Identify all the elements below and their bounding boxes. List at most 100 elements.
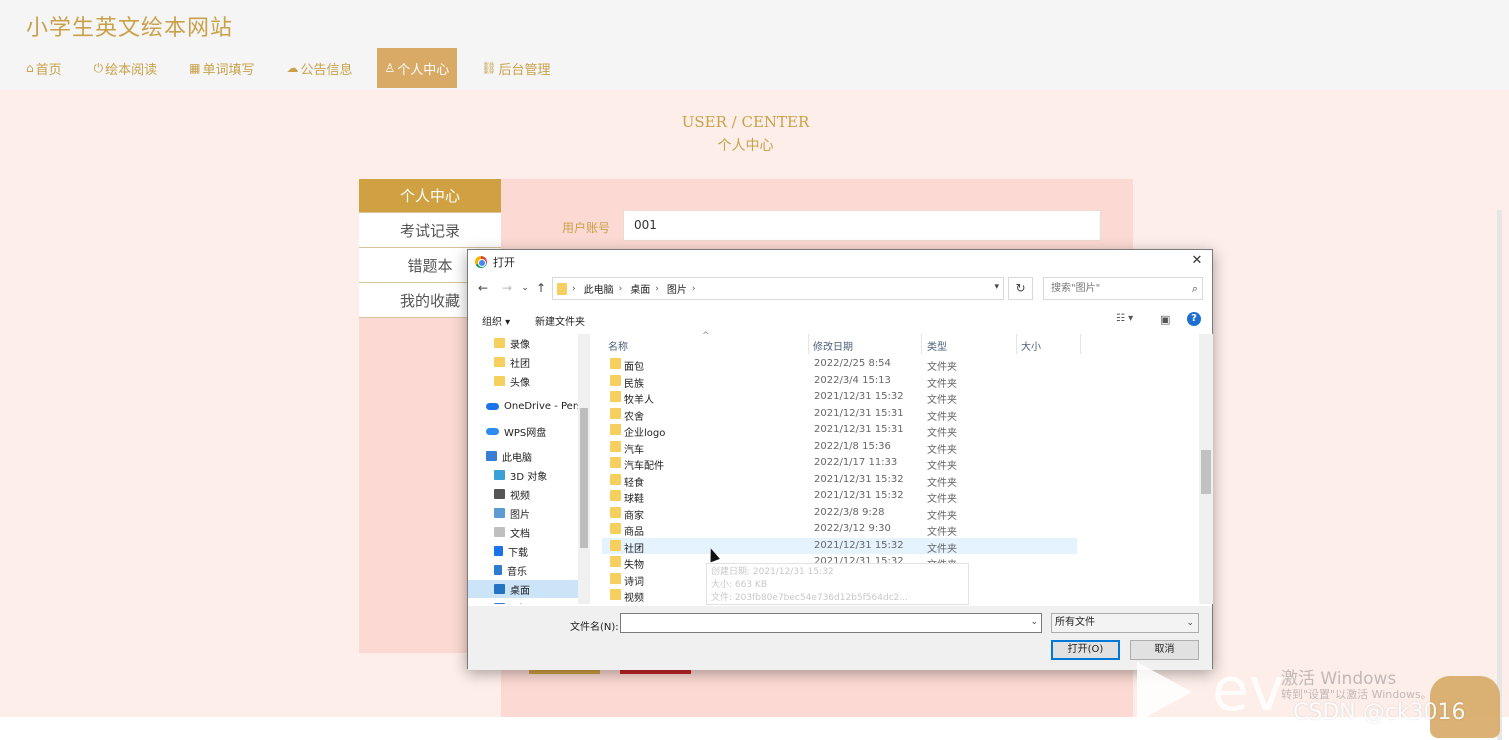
cancel-button[interactable]: 取消 (1130, 640, 1199, 660)
column-name[interactable]: 名称 (608, 338, 628, 353)
folder-icon (610, 490, 621, 501)
file-row[interactable]: 社团 2021/12/31 15:32 文件夹 (602, 537, 1077, 555)
tree-item[interactable]: 社团 (494, 353, 530, 371)
chevron-down-icon[interactable]: ⌄ (1030, 617, 1038, 627)
navigation-tree: 录像 社团 头像 OneDrive - Perso WPS网盘此电脑 3D 对象 视频图片文… (468, 334, 592, 604)
wps-icon (486, 427, 499, 435)
search-input[interactable]: 搜索"图片" ⌕ (1043, 277, 1203, 300)
forward-arrow-icon[interactable]: → (500, 281, 514, 295)
nav-admin[interactable]: ⛓ 后台管理 (473, 48, 558, 88)
file-type: 文件夹 (927, 444, 957, 456)
column-size[interactable]: 大小 (1021, 338, 1041, 353)
grid-icon: ▦ (189, 61, 201, 75)
filename-label: 文件名(N): (570, 622, 619, 633)
chevron-right-icon: › (691, 283, 696, 294)
tree-item[interactable]: 图片 (494, 504, 530, 522)
file-row[interactable]: 汽车配件 2022/1/17 11:33 文件夹 (602, 455, 1077, 472)
tree-item[interactable]: 下载 (494, 542, 528, 560)
side-item-exam-records[interactable]: 考试记录 (359, 213, 501, 248)
folder-icon (557, 282, 567, 295)
side-item-user-center[interactable]: 个人中心 (359, 179, 501, 213)
breadcrumb-this-pc[interactable]: 此电脑 (584, 281, 614, 296)
preview-pane-icon[interactable]: ▣ (1160, 313, 1170, 326)
tree-item[interactable]: 此电脑 (486, 447, 532, 465)
file-row[interactable]: 商品 2022/3/12 9:30 文件夹 (602, 521, 1077, 538)
page-heading-en: USER / CENTER (681, 113, 810, 131)
tree-item[interactable]: 3D 对象 (494, 466, 547, 484)
column-divider[interactable] (808, 334, 809, 354)
site-title[interactable]: 小学生英文绘本网站 (26, 10, 233, 42)
file-list-scroll-thumb[interactable] (1201, 450, 1211, 494)
site-header: 小学生英文绘本网站 ⌂ 首页 ⏻ 绘本阅读 ▦ 单词填写 ☁ 公告信息 ♙ 个人中心 ⛓ 后… (0, 0, 1509, 90)
folder-icon (610, 407, 621, 419)
refresh-icon[interactable]: ↻ (1008, 277, 1033, 300)
file-type-select[interactable]: 所有文件 ⌄ (1051, 613, 1199, 633)
nav-user-center[interactable]: ♙ 个人中心 (376, 48, 458, 88)
tree-item-label: 下载 (508, 547, 528, 559)
tree-item[interactable]: WPS网盘 (486, 422, 546, 440)
file-row[interactable]: 商家 2022/3/8 9:28 文件夹 (602, 505, 1077, 522)
file-name: 商家 (624, 510, 644, 522)
tree-item[interactable]: OneDrive - Perso (486, 397, 588, 415)
file-row[interactable]: 牧羊人 2021/12/31 15:32 文件夹 (602, 389, 1077, 406)
file-name: 视频 (624, 593, 644, 604)
file-row[interactable]: 面包 2022/2/25 8:54 文件夹 (602, 356, 1077, 373)
file-name: 汽车配件 (624, 461, 664, 472)
view-options-icon[interactable]: ☷ ▾ (1116, 313, 1133, 324)
chevron-down-icon: ⌄ (1186, 618, 1194, 628)
nav-home[interactable]: ⌂ 首页 (18, 48, 70, 88)
chevron-down-icon[interactable]: ▾ (994, 282, 999, 292)
tree-item[interactable]: 桌面 (468, 580, 578, 598)
close-icon[interactable]: ✕ (1188, 252, 1206, 270)
filename-input[interactable]: ⌄ (620, 613, 1042, 633)
help-icon[interactable]: ? (1187, 312, 1201, 326)
file-name: 轻食 (624, 477, 644, 489)
file-row[interactable]: 企业logo 2021/12/31 15:31 文件夹 (602, 422, 1077, 439)
address-bar[interactable]: › 此电脑 › 桌面 › 图片 › ▾ (552, 277, 1004, 300)
column-date[interactable]: 修改日期 (813, 338, 853, 353)
folder-icon (494, 338, 505, 348)
nav-book-reading[interactable]: ⏻ 绘本阅读 (86, 48, 166, 88)
organize-menu[interactable]: 组织 ▾ (482, 313, 510, 328)
column-divider[interactable] (921, 334, 922, 354)
folder-icon (610, 424, 621, 435)
file-row[interactable]: 民族 2022/3/4 15:13 文件夹 (602, 373, 1077, 390)
back-arrow-icon[interactable]: ← (476, 281, 490, 295)
nav-word-fill[interactable]: ▦ 单词填写 (181, 48, 262, 88)
breadcrumb-desktop[interactable]: 桌面 (630, 281, 650, 296)
tree-item-label: 图片 (510, 509, 530, 521)
tree-item[interactable]: 视频 (494, 485, 530, 503)
column-type[interactable]: 类型 (927, 338, 947, 353)
nav-notice[interactable]: ☁ 公告信息 (279, 48, 361, 88)
file-row[interactable]: 球鞋 2021/12/31 15:32 文件夹 (602, 488, 1077, 505)
file-row[interactable]: 汽车 2022/1/8 15:36 文件夹 (602, 439, 1077, 456)
dialog-title: 打开 (493, 256, 515, 269)
tree-item[interactable]: Win 10 Pro x64 (494, 599, 586, 604)
account-input[interactable]: 001 (623, 210, 1101, 241)
ev-logo-icon (1137, 662, 1192, 722)
file-name: 牧羊人 (624, 395, 654, 406)
file-name: 社团 (624, 543, 644, 555)
file-row[interactable]: 农舍 2021/12/31 15:31 文件夹 (602, 406, 1077, 423)
folder-icon (610, 523, 621, 534)
recent-locations-icon[interactable]: ⌄ (518, 281, 532, 295)
column-divider[interactable] (1016, 334, 1017, 354)
file-name: 民族 (624, 378, 644, 390)
page-scrollbar[interactable] (1497, 210, 1502, 740)
up-arrow-icon[interactable]: ↑ (534, 281, 548, 295)
tree-item[interactable]: 音乐 (494, 561, 527, 579)
open-button[interactable]: 打开(O) (1051, 640, 1120, 660)
link-icon: ⛓ (481, 61, 497, 75)
tree-item[interactable]: 头像 (494, 372, 530, 390)
tree-scroll-thumb[interactable] (580, 408, 588, 548)
new-folder-button[interactable]: 新建文件夹 (535, 313, 585, 328)
tree-item[interactable]: 文档 (494, 523, 530, 541)
file-row[interactable]: 轻食 2021/12/31 15:32 文件夹 (602, 472, 1077, 489)
tree-item[interactable]: 录像 (494, 334, 530, 352)
dialog-titlebar[interactable]: 打开 ✕ (468, 250, 1212, 274)
file-name: 失物 (624, 560, 644, 571)
column-divider[interactable] (1080, 334, 1081, 354)
file-name: 汽车 (624, 444, 644, 456)
folder-icon (610, 572, 621, 584)
breadcrumb-pictures[interactable]: 图片 (667, 281, 687, 296)
